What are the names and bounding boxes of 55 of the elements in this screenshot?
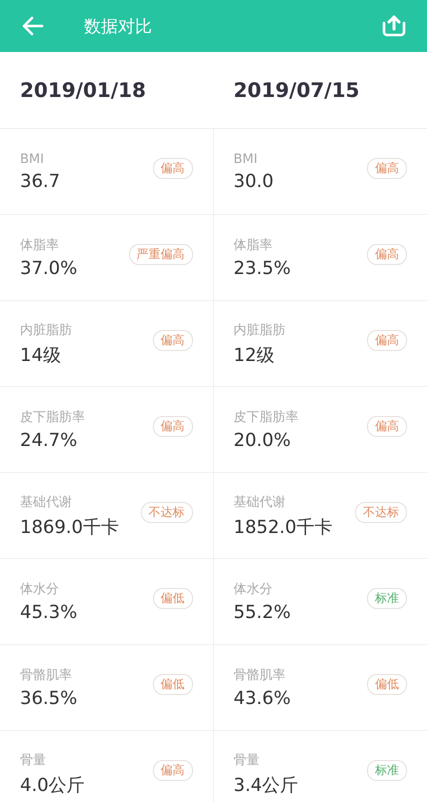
upload-icon — [381, 14, 407, 38]
metric-value: 23.5% — [234, 258, 291, 279]
metric-value: 3.4公斤 — [234, 774, 298, 796]
metric-value: 4.0公斤 — [20, 774, 85, 796]
record-date: 2019/01/18 — [19, 78, 146, 102]
metric-value: 37.0% — [20, 258, 78, 279]
metric-label: 骨骼肌率 — [234, 667, 286, 684]
record-date: 2019/07/15 — [232, 78, 360, 102]
metric-value: 43.6% — [234, 688, 291, 709]
metric-label: BMI — [20, 152, 44, 166]
metric-label: 皮下脂肪率 — [20, 409, 85, 426]
status-tag: 不达标 — [140, 502, 192, 523]
metric-value: 20.0% — [234, 430, 291, 451]
metric-value: 1869.0千卡 — [20, 516, 119, 538]
metric-label: BMI — [234, 152, 258, 166]
status-tag: 偏高 — [152, 416, 192, 437]
metric-label: 骨量 — [20, 752, 46, 768]
status-tag: 偏高 — [367, 330, 407, 351]
status-tag: 偏高 — [152, 158, 192, 179]
status-tag: 偏高 — [367, 158, 407, 179]
status-tag: 偏高 — [152, 330, 192, 351]
share-button[interactable] — [381, 14, 407, 38]
metric-label: 体脂率 — [234, 237, 272, 254]
metric-value: 45.3% — [20, 602, 78, 623]
status-tag: 偏高 — [367, 244, 407, 265]
metric-value: 36.7 — [20, 170, 60, 192]
status-tag: 偏低 — [152, 674, 192, 695]
status-tag: 偏高 — [367, 416, 407, 437]
metric-value: 36.5% — [20, 688, 78, 709]
metric-value: 12级 — [234, 344, 274, 366]
status-tag: 不达标 — [355, 502, 407, 523]
metric-value: 30.0 — [234, 170, 274, 192]
status-tag: 严重偏高 — [128, 244, 192, 265]
metric-label: 皮下脂肪率 — [234, 409, 298, 426]
status-tag: 偏高 — [152, 760, 192, 781]
metric-label: 内脏脂肪 — [20, 322, 72, 338]
metric-label: 骨量 — [234, 752, 260, 768]
status-tag: 标准 — [367, 760, 407, 781]
status-tag: 标准 — [367, 588, 407, 609]
metric-value: 24.7% — [20, 430, 78, 451]
back-button[interactable] — [22, 16, 44, 36]
metric-label: 基础代谢 — [20, 494, 72, 510]
metric-label: 内脏脂肪 — [234, 322, 286, 338]
status-tag: 偏低 — [367, 674, 407, 695]
metric-value: 14级 — [20, 344, 61, 366]
metric-value: 1852.0千卡 — [234, 516, 332, 538]
metric-label: 骨骼肌率 — [20, 667, 72, 684]
page-title: 数据对比 — [84, 16, 153, 38]
back-arrow-icon — [22, 16, 44, 36]
metric-label: 基础代谢 — [234, 494, 286, 510]
status-tag: 偏低 — [152, 588, 192, 609]
metric-label: 体脂率 — [20, 237, 59, 254]
metric-label: 体水分 — [20, 581, 59, 598]
metric-label: 体水分 — [234, 581, 272, 598]
metric-value: 55.2% — [234, 602, 291, 623]
